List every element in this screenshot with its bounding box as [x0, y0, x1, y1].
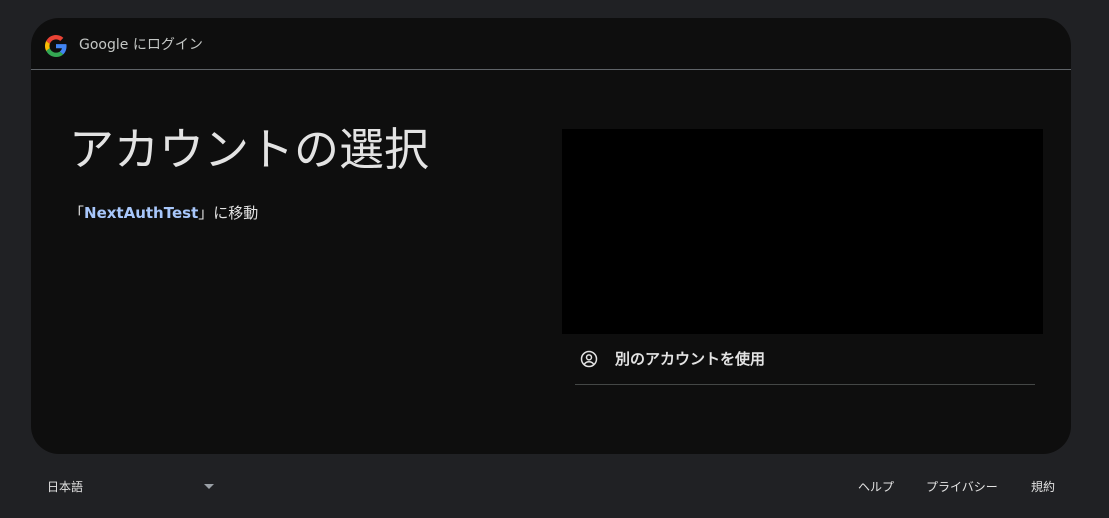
language-select[interactable]: 日本語 — [36, 470, 226, 502]
use-another-account-button[interactable]: 別のアカウントを使用 — [575, 336, 1035, 385]
account-circle-icon — [580, 350, 598, 368]
google-logo-icon — [45, 35, 67, 57]
language-label: 日本語 — [47, 480, 84, 494]
signin-card: Google にログイン アカウントの選択 「NextAuthTest」に移動 … — [31, 18, 1071, 454]
account-list-panel — [562, 129, 1043, 334]
subtitle-prefix: 「 — [69, 204, 85, 222]
app-name-link[interactable]: NextAuthTest — [84, 204, 198, 222]
card-header: Google にログイン — [31, 18, 1071, 70]
subtitle-suffix: 」に移動 — [198, 204, 259, 222]
privacy-link[interactable]: プライバシー — [926, 479, 998, 495]
footer: 日本語 ヘルプ プライバシー 規約 — [0, 466, 1109, 506]
terms-link[interactable]: 規約 — [1031, 479, 1055, 495]
help-link[interactable]: ヘルプ — [858, 479, 894, 495]
header-title: Google にログイン — [79, 37, 203, 53]
caret-down-icon — [204, 484, 214, 489]
page-title: アカウントの選択 — [69, 123, 430, 176]
use-another-account-label: 別のアカウントを使用 — [615, 350, 766, 368]
subtitle: 「NextAuthTest」に移動 — [69, 203, 258, 223]
